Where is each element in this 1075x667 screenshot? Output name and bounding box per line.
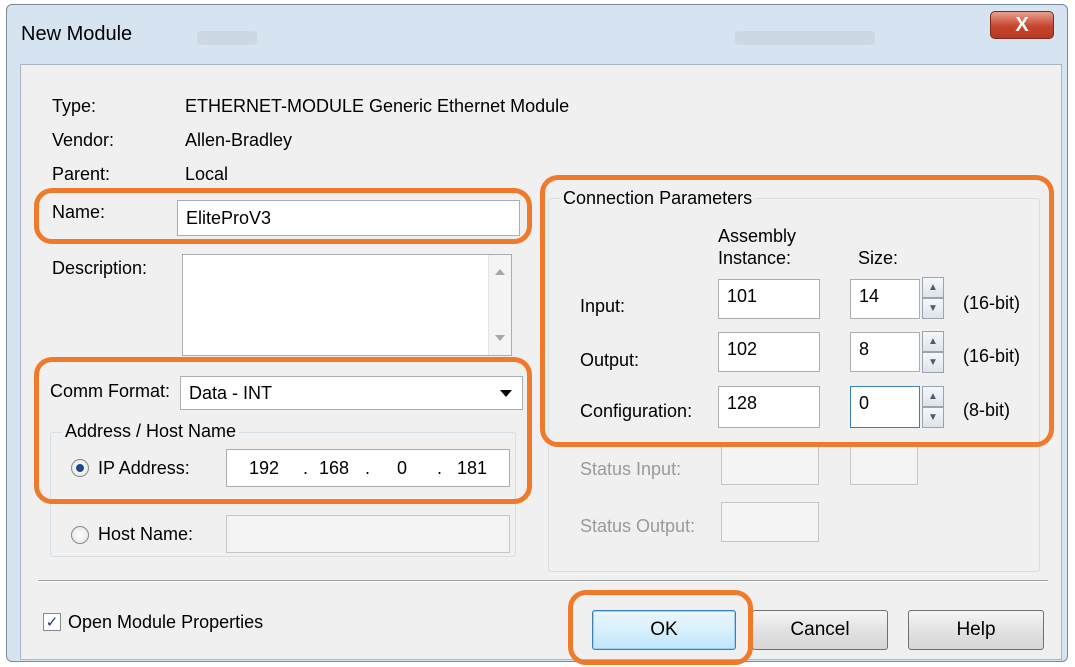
window-title: New Module <box>21 23 133 45</box>
configuration-size-spinner[interactable]: ▲ ▼ <box>922 386 944 430</box>
input-instance-field[interactable]: 101 <box>718 279 820 319</box>
address-group-title: Address / Host Name <box>62 421 240 442</box>
chevron-down-icon[interactable] <box>500 390 512 397</box>
spin-up-icon: ▲ <box>922 386 944 407</box>
ip-octet-1: 192 <box>249 458 280 478</box>
close-button[interactable]: X <box>990 11 1054 39</box>
ip-address-radio[interactable] <box>71 459 89 477</box>
footer-separator <box>38 580 1048 582</box>
ip-octet-2: 168 <box>319 458 350 478</box>
description-textarea[interactable] <box>182 254 512 356</box>
status-input-label: Status Input: <box>580 459 682 479</box>
input-size-field[interactable]: 14 <box>850 279 920 319</box>
parent-value: Local <box>185 164 229 184</box>
output-size-spinner[interactable]: ▲ ▼ <box>922 331 944 375</box>
input-row-label: Input: <box>580 296 626 316</box>
input-size-spinner[interactable]: ▲ ▼ <box>922 277 944 321</box>
scroll-up-icon[interactable] <box>495 269 505 275</box>
comm-format-select[interactable]: Data - INT <box>180 376 523 410</box>
spin-down-icon: ▼ <box>922 407 944 428</box>
ip-address-input[interactable]: 192 . 168 . 0 . 181 <box>226 449 510 487</box>
host-name-radio[interactable] <box>71 526 89 544</box>
vendor-value: Allen-Bradley <box>185 130 293 150</box>
ip-octet-4: 181 <box>457 458 488 478</box>
ok-button[interactable]: OK <box>592 610 736 650</box>
status-input-field[interactable] <box>721 445 819 485</box>
help-button[interactable]: Help <box>908 610 1044 650</box>
ip-octet-3: 0 <box>397 458 408 478</box>
host-name-input[interactable] <box>226 515 510 553</box>
spin-up-icon: ▲ <box>922 277 944 298</box>
name-label: Name: <box>52 202 106 222</box>
configuration-instance-field[interactable]: 128 <box>718 386 820 428</box>
status-output-label: Status Output: <box>580 516 696 536</box>
ip-dot: . <box>303 458 309 478</box>
ip-address-label: IP Address: <box>98 458 190 478</box>
open-module-properties-label: Open Module Properties <box>68 612 264 632</box>
background-blur <box>735 31 875 45</box>
host-name-label: Host Name: <box>98 524 194 544</box>
spin-up-icon: ▲ <box>922 331 944 352</box>
parent-label: Parent: <box>52 164 111 184</box>
name-input[interactable]: EliteProV3 <box>177 200 520 236</box>
background-blur <box>197 31 257 45</box>
output-instance-field[interactable]: 102 <box>718 332 820 372</box>
ip-dot: . <box>437 458 443 478</box>
vendor-label: Vendor: <box>52 130 115 150</box>
scroll-down-icon[interactable] <box>495 335 505 341</box>
configuration-row-label: Configuration: <box>580 401 693 421</box>
assembly-header-line2: Instance: <box>718 248 792 268</box>
spin-down-icon: ▼ <box>922 352 944 373</box>
assembly-header-line1: Assembly <box>718 226 797 246</box>
ip-dot: . <box>365 458 371 478</box>
cancel-button[interactable]: Cancel <box>752 610 888 650</box>
size-header: Size: <box>858 248 899 268</box>
close-icon: X <box>1015 13 1029 36</box>
configuration-unit: (8-bit) <box>963 400 1011 420</box>
type-value: ETHERNET-MODULE Generic Ethernet Module <box>185 96 570 116</box>
status-input-size-field[interactable] <box>850 445 918 485</box>
configuration-size-field[interactable]: 0 <box>850 386 920 428</box>
comm-format-label: Comm Format: <box>50 381 171 401</box>
output-unit: (16-bit) <box>963 346 1021 366</box>
input-unit: (16-bit) <box>963 293 1021 313</box>
output-size-field[interactable]: 8 <box>850 332 920 372</box>
output-row-label: Output: <box>580 350 640 370</box>
description-scrollbar[interactable] <box>488 255 511 355</box>
comm-format-value: Data - INT <box>189 382 273 403</box>
open-module-properties-checkbox[interactable]: ✓ <box>43 613 61 631</box>
status-output-field[interactable] <box>721 502 819 542</box>
description-label: Description: <box>52 258 148 278</box>
type-label: Type: <box>52 96 97 116</box>
spin-down-icon: ▼ <box>922 298 944 319</box>
connection-parameters-title: Connection Parameters <box>560 188 756 209</box>
